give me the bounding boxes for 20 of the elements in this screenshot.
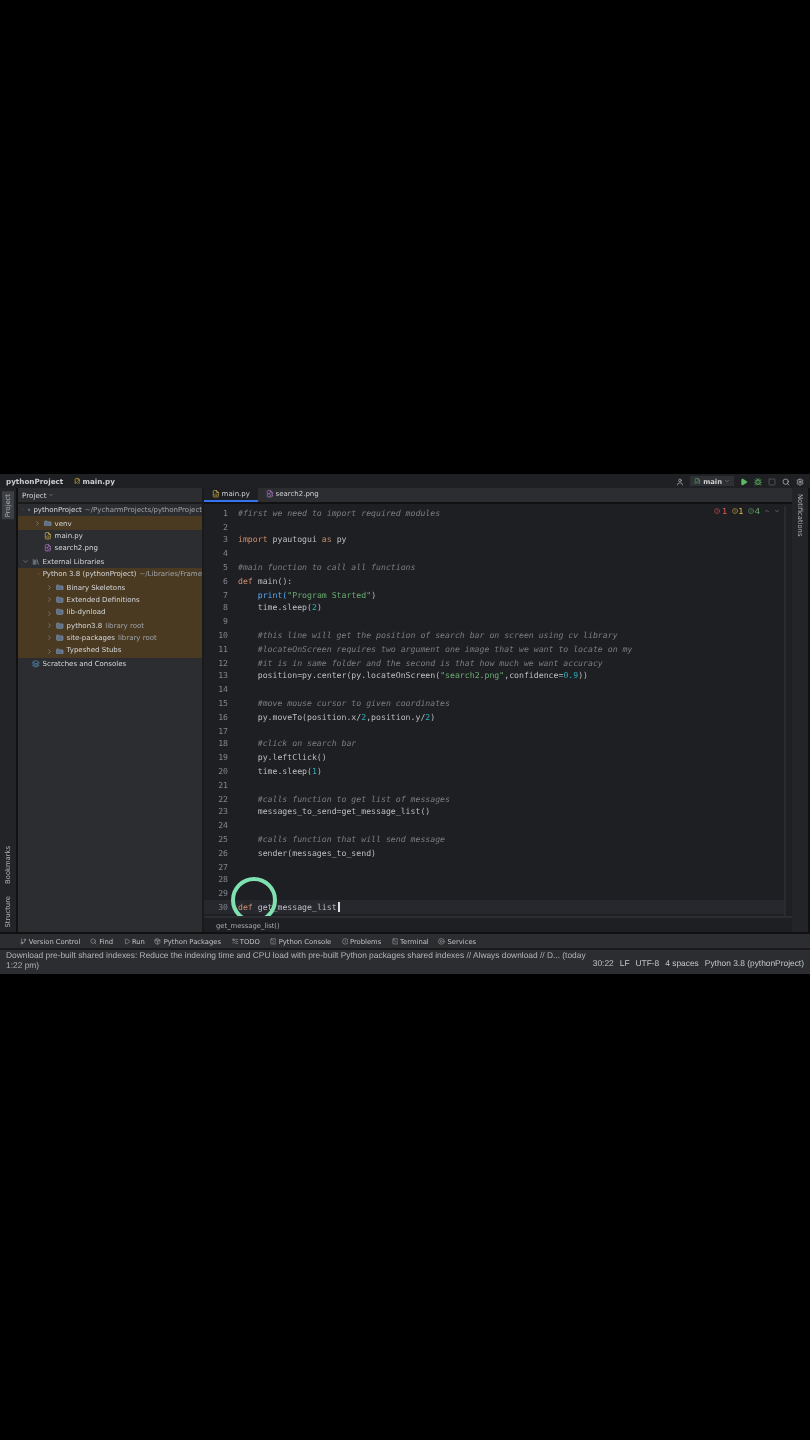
scratch-icon bbox=[32, 659, 40, 668]
play-icon bbox=[123, 938, 130, 946]
console-icon bbox=[269, 938, 277, 946]
package-icon bbox=[154, 938, 162, 946]
terminal-icon bbox=[391, 938, 399, 946]
debug-icon[interactable] bbox=[754, 477, 762, 485]
user-icon[interactable] bbox=[676, 477, 685, 485]
image-file-icon bbox=[44, 544, 52, 553]
alert-icon bbox=[341, 938, 348, 946]
library-icon bbox=[32, 557, 40, 566]
image-file-icon bbox=[265, 490, 274, 498]
text-caret bbox=[338, 902, 340, 912]
search-icon[interactable] bbox=[782, 477, 790, 485]
checklist-icon bbox=[231, 938, 238, 946]
play-circle-icon bbox=[438, 938, 446, 946]
search-icon bbox=[90, 938, 98, 946]
stop-icon[interactable] bbox=[768, 477, 776, 485]
settings-icon[interactable] bbox=[796, 477, 804, 485]
branch-icon bbox=[20, 938, 27, 946]
run-icon[interactable] bbox=[740, 477, 748, 485]
